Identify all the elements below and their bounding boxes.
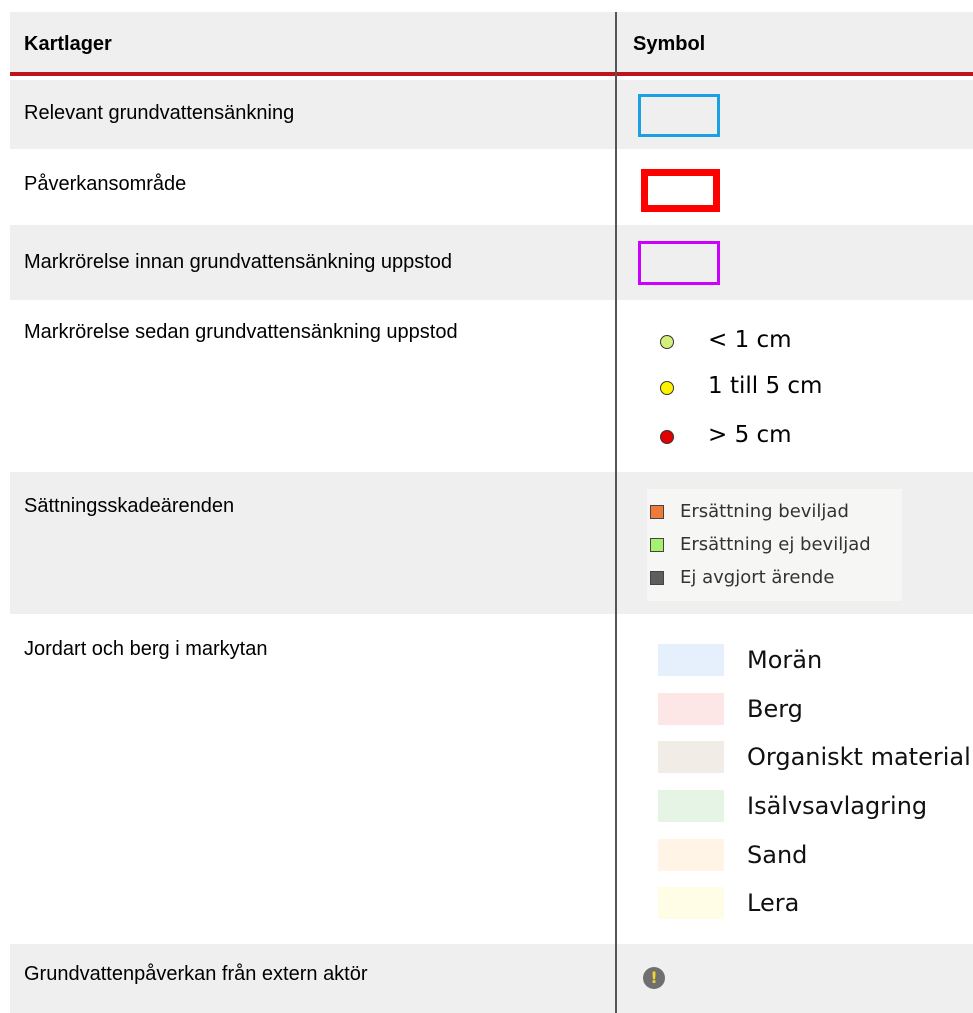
green-square-icon	[650, 538, 664, 552]
yellow-dot-icon	[660, 381, 674, 395]
row-label: Relevant grundvattensänkning	[24, 102, 295, 124]
dot-label: > 5 cm	[708, 422, 792, 448]
claim-label: Ersättning ej beviljad	[680, 534, 871, 555]
row-label: Jordart och berg i markytan	[24, 638, 268, 660]
row-label: Markrörelse innan grundvattensänkning up…	[24, 251, 453, 273]
header-symbol: Symbol	[633, 33, 706, 55]
lera-swatch	[658, 887, 724, 919]
symbol-cell: Ersättning beviljad Ersättning ej bevilj…	[625, 472, 973, 614]
dot-label: 1 till 5 cm	[708, 373, 823, 399]
row-label: Grundvattenpåverkan från extern aktör	[24, 963, 368, 985]
organiskt-swatch	[658, 741, 724, 773]
row-label: Sättningsskadeärenden	[24, 495, 235, 517]
table-row: Markrörelse sedan grundvattensänkning up…	[10, 300, 973, 472]
orange-square-icon	[650, 505, 664, 519]
row-label: Påverkansområde	[24, 173, 187, 195]
soil-label: Sand	[747, 841, 808, 869]
legend-table: Kartlager Symbol Relevant grundvattensän…	[0, 0, 973, 1013]
symbol-cell: Morän Berg Organiskt material Isälvsavla…	[625, 614, 973, 944]
soil-label: Lera	[747, 889, 800, 917]
red-dot-icon	[660, 430, 674, 444]
table-row: Markrörelse innan grundvattensänkning up…	[10, 225, 973, 300]
dot-item: 1 till 5 cm	[652, 373, 872, 406]
table-row: Sättningsskadeärenden Ersättning bevilja…	[10, 472, 973, 614]
green-dot-icon	[660, 335, 674, 349]
dot-item: < 1 cm	[652, 327, 872, 360]
ground-movement-legend: < 1 cm 1 till 5 cm > 5 cm	[652, 327, 872, 470]
blue-outline-symbol	[638, 94, 720, 137]
symbol-cell: < 1 cm 1 till 5 cm > 5 cm	[625, 300, 973, 472]
isalv-swatch	[658, 790, 724, 822]
soil-label: Isälvsavlagring	[747, 792, 928, 820]
symbol-cell	[625, 80, 973, 149]
soil-label: Morän	[747, 646, 823, 674]
red-outline-symbol	[641, 169, 720, 212]
purple-outline-symbol	[638, 241, 720, 285]
claim-label: Ej avgjort ärende	[680, 567, 835, 588]
symbol-cell: !	[625, 944, 973, 1013]
berg-swatch	[658, 693, 724, 725]
table-row: Påverkansområde	[10, 149, 973, 225]
soil-label: Organiskt material	[747, 743, 971, 771]
header-kartlager: Kartlager	[24, 33, 112, 55]
warning-icon: !	[643, 967, 665, 989]
soil-label: Berg	[747, 695, 803, 723]
dot-label: < 1 cm	[708, 327, 792, 353]
claim-label: Ersättning beviljad	[680, 501, 849, 522]
column-divider	[615, 12, 617, 1013]
symbol-cell	[625, 149, 973, 225]
claims-legend: Ersättning beviljad Ersättning ej bevilj…	[647, 489, 902, 601]
sand-swatch	[658, 839, 724, 871]
symbol-cell	[625, 225, 973, 300]
table-header: Kartlager Symbol	[10, 12, 973, 76]
moran-swatch	[658, 644, 724, 676]
table-row: Grundvattenpåverkan från extern aktör !	[10, 944, 973, 1013]
dot-item: > 5 cm	[652, 422, 872, 455]
table-row: Relevant grundvattensänkning	[10, 80, 973, 149]
table-row: Jordart och berg i markytan Morän Berg O…	[10, 614, 973, 944]
row-label: Markrörelse sedan grundvattensänkning up…	[24, 321, 458, 343]
gray-square-icon	[650, 571, 664, 585]
